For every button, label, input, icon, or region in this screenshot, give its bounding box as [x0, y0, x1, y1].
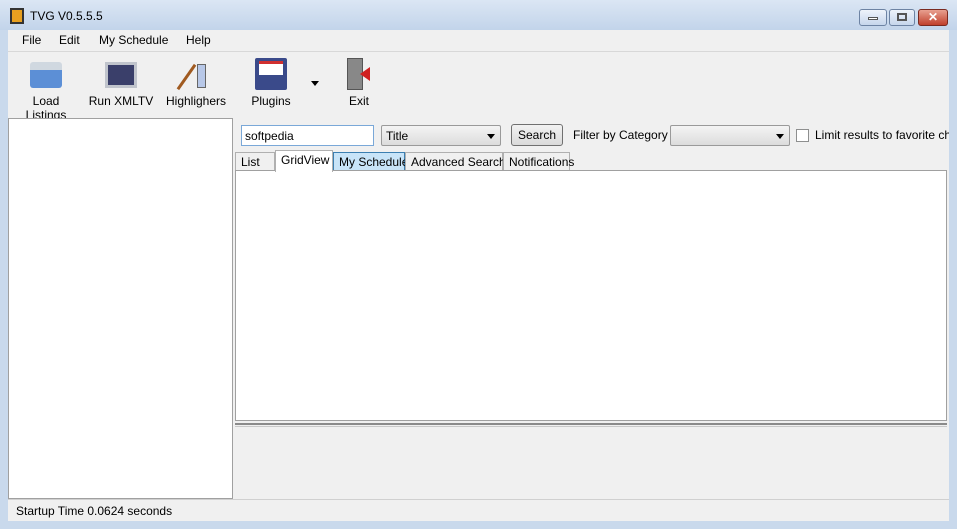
load-listings-button[interactable]: Load Listings [14, 58, 78, 122]
search-field-select[interactable]: Title [381, 125, 501, 146]
category-select[interactable] [670, 125, 790, 146]
close-button[interactable]: ✕ [918, 9, 948, 26]
highlighters-label: Highlighers [166, 94, 227, 108]
menu-edit[interactable]: Edit [59, 33, 80, 47]
menu-help[interactable]: Help [186, 33, 211, 47]
channel-list-panel[interactable] [8, 118, 233, 499]
limit-favorites-checkbox[interactable] [796, 129, 809, 142]
folder-icon [30, 62, 62, 88]
monitor-icon [105, 62, 137, 88]
tab-my-schedule[interactable]: My Schedule [333, 152, 408, 171]
window-title: TVG V0.5.5.5 [30, 9, 103, 23]
tab-gridview[interactable]: GridView [275, 150, 333, 172]
app-icon [10, 8, 24, 24]
floppy-disk-icon [255, 58, 287, 90]
minimize-button[interactable] [859, 9, 887, 26]
paintbrush-icon [176, 58, 211, 91]
search-field-value: Title [386, 129, 409, 143]
minimize-icon [868, 17, 878, 20]
chevron-down-icon [776, 134, 784, 143]
status-bar: Startup Time 0.0624 seconds [8, 499, 949, 521]
search-button[interactable]: Search [511, 124, 563, 146]
exit-door-icon [343, 58, 375, 90]
tab-advanced-search[interactable]: Advanced Search [405, 152, 506, 171]
splitter[interactable] [235, 423, 947, 427]
tab-list[interactable]: List [235, 152, 275, 171]
highlighters-button[interactable]: Highlighers [166, 58, 227, 108]
menu-file[interactable]: File [22, 33, 41, 47]
gridview-content[interactable] [235, 170, 947, 421]
limit-favorites-label: Limit results to favorite chann [815, 128, 949, 142]
plugins-label: Plugins [251, 94, 291, 108]
menu-bar: File Edit My Schedule Help [8, 30, 949, 52]
exit-label: Exit [348, 94, 369, 108]
status-text: Startup Time 0.0624 seconds [16, 504, 173, 518]
filter-by-category-label: Filter by Category [573, 128, 668, 142]
close-icon: ✕ [927, 10, 939, 24]
title-bar: TVG V0.5.5.5 ✕ [0, 0, 957, 30]
exit-button[interactable]: Exit [340, 58, 378, 108]
chevron-down-icon [487, 134, 495, 143]
main-window: File Edit My Schedule Help Load Listings… [8, 30, 949, 521]
search-input[interactable]: softpedia [241, 125, 374, 146]
menu-my-schedule[interactable]: My Schedule [99, 33, 168, 47]
maximize-icon [897, 13, 907, 21]
run-xmltv-label: Run XMLTV [88, 94, 154, 108]
tab-notifications[interactable]: Notifications [503, 152, 574, 171]
plugins-dropdown-arrow[interactable] [311, 81, 319, 90]
run-xmltv-button[interactable]: Run XMLTV [88, 58, 154, 108]
toolbar: Load Listings Run XMLTV Highlighers Plug… [8, 53, 949, 122]
maximize-button[interactable] [889, 9, 915, 26]
plugins-button[interactable]: Plugins [246, 58, 296, 108]
